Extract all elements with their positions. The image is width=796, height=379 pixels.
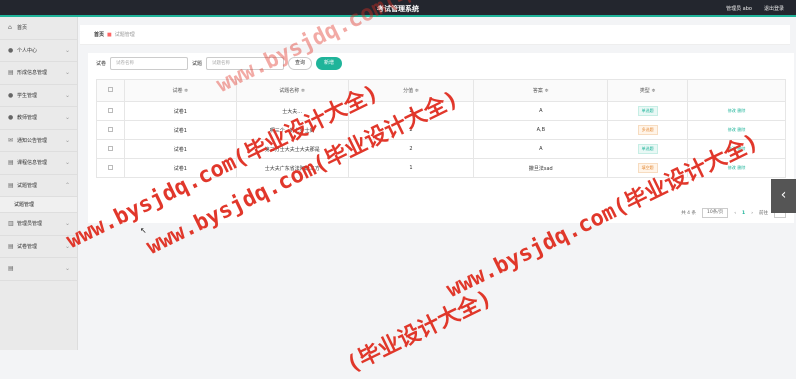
- cell-type: 单选题: [607, 101, 689, 121]
- chevron-up-icon: ⌃: [64, 181, 70, 189]
- sidebar-item-label: 学生管理: [17, 92, 38, 99]
- sidebar-item-courses[interactable]: ▤ 课程信息管理 ⌄: [0, 152, 77, 175]
- main-content: 首页 ■ 试题管理 试卷 试卷名称 试题 试题名称 查询 新增 试卷 ≑ 试题名…: [80, 25, 796, 223]
- cell-answer: A: [473, 139, 609, 159]
- col-type[interactable]: 类型 ≑: [607, 79, 689, 102]
- sidebar-item-students[interactable]: ● 学生管理 ⌄: [0, 85, 77, 107]
- paper-search-input[interactable]: 试卷名称: [110, 57, 189, 70]
- row-checkbox[interactable]: [107, 145, 113, 151]
- type-badge: 单选题: [637, 144, 658, 154]
- row-select-cell: [96, 101, 125, 121]
- breadcrumb: 首页 ■ 试题管理: [80, 25, 790, 45]
- cell-answer: 撒旦法sad: [473, 158, 609, 178]
- sidebar-item-info[interactable]: ▤ 形成信息管理 ⌄: [0, 62, 77, 85]
- sidebar-item-notices[interactable]: ✉ 通知公告管理 ⌄: [0, 130, 77, 152]
- sidebar-item-label: 教师管理: [17, 115, 38, 122]
- sidebar-item-label: 个人中心: [17, 47, 38, 54]
- watermark-text: (毕业设计大全): [342, 285, 497, 378]
- select-all-cell: [96, 79, 125, 102]
- sidebar-subitem-questions[interactable]: 试题管理: [0, 197, 77, 213]
- sidebar: ⌂ 首页 ● 个人中心 ⌄ ▤ 形成信息管理 ⌄ ● 学生管理 ⌄ ● 教师管理 ⌄ ✉ 通知公告管…: [0, 17, 78, 350]
- chevron-down-icon: ⌄: [64, 159, 70, 166]
- sidebar-item-label: 通知公告管理: [17, 137, 48, 144]
- col-actions: [687, 79, 786, 102]
- sidebar-item-questions[interactable]: ▤ 试题管理 ⌃: [0, 175, 77, 197]
- chart-icon: ▥: [8, 220, 14, 228]
- breadcrumb-separator-icon: ■: [107, 31, 112, 38]
- sidebar-item-extra[interactable]: ▤ ⌄: [0, 258, 77, 281]
- cell-actions: 修改 删除: [687, 101, 786, 121]
- row-select-cell: [96, 139, 125, 159]
- sidebar-item-label: 课程信息管理: [17, 160, 48, 167]
- sidebar-item-label: 管理员管理: [17, 221, 43, 228]
- row-select-cell: [96, 158, 125, 178]
- user-label[interactable]: 管理员 abo: [726, 5, 752, 12]
- delete-link[interactable]: 删除: [737, 108, 745, 113]
- page-size-select[interactable]: 10条/页: [701, 208, 729, 218]
- notice-icon: ✉: [8, 136, 14, 144]
- paper-icon: ▤: [8, 242, 14, 250]
- chevron-down-icon: ⌄: [64, 265, 70, 272]
- student-icon: ●: [8, 91, 14, 99]
- sidebar-item-label: 试卷管理: [17, 243, 38, 250]
- doc-icon: ▤: [8, 69, 14, 77]
- sidebar-item-profile[interactable]: ● 个人中心 ⌄: [0, 40, 77, 62]
- cell-paper: 试卷1: [123, 120, 237, 140]
- cell-paper: 试卷1: [123, 101, 237, 121]
- sidebar-item-label: 首页: [17, 25, 28, 32]
- select-all-checkbox[interactable]: [107, 87, 113, 92]
- row-select-cell: [96, 120, 125, 140]
- home-icon: ⌂: [8, 24, 12, 32]
- type-badge: 单选题: [637, 106, 658, 116]
- cell-answer: A,B: [473, 120, 609, 140]
- logout-link[interactable]: 退出登录: [764, 5, 784, 12]
- row-checkbox[interactable]: [107, 107, 113, 113]
- type-badge: 多选题: [637, 125, 658, 135]
- chevron-left-icon: ‹: [780, 187, 787, 203]
- breadcrumb-current: 试题管理: [114, 32, 135, 38]
- row-checkbox[interactable]: [107, 164, 113, 170]
- chevron-down-icon: ⌄: [64, 69, 70, 76]
- chevron-down-icon: ⌄: [64, 91, 70, 99]
- current-page[interactable]: 1: [742, 211, 745, 216]
- sidebar-item-label: 形成信息管理: [17, 70, 48, 77]
- cell-answer: A: [473, 101, 609, 121]
- cell-score: 1: [347, 158, 475, 178]
- chevron-down-icon: ⌄: [64, 46, 70, 54]
- cell-type: 多选题: [607, 120, 689, 140]
- sidebar-item-label: 试题管理: [17, 182, 38, 189]
- user-icon: ●: [8, 46, 14, 54]
- sidebar-item-home[interactable]: ⌂ 首页: [0, 17, 77, 40]
- goto-label: 前往: [759, 211, 768, 216]
- teacher-icon: ●: [8, 114, 14, 122]
- exam-icon: ▤: [8, 181, 14, 189]
- extra-icon: ▤: [8, 265, 14, 273]
- cell-type: 单选题: [607, 139, 689, 159]
- add-button[interactable]: 新增: [316, 57, 343, 70]
- question-field-label: 试题: [192, 61, 203, 67]
- delete-link[interactable]: 删除: [737, 165, 745, 170]
- table-row: 试卷1 啊三个...的七步士封 2 A,B 多选题 修改 删除: [96, 120, 786, 140]
- total-count: 共 4 条: [681, 211, 696, 216]
- content-panel: 试卷 试卷名称 试题 试题名称 查询 新增 试卷 ≑ 试题名称 ≑ 分值 ≑ 答…: [88, 53, 794, 223]
- paper-field-label: 试卷: [96, 61, 107, 67]
- sidebar-item-teachers[interactable]: ● 教师管理 ⌄: [0, 107, 77, 130]
- course-icon: ▤: [8, 159, 14, 167]
- collapse-tab[interactable]: ‹: [771, 179, 796, 213]
- chevron-down-icon: ⌄: [64, 136, 70, 144]
- prev-page-icon[interactable]: ‹: [734, 211, 736, 216]
- edit-link[interactable]: 修改: [728, 108, 736, 113]
- accent-line: [0, 15, 796, 17]
- col-answer[interactable]: 答案 ≑: [473, 79, 609, 102]
- next-page-icon[interactable]: ›: [751, 211, 753, 216]
- row-checkbox[interactable]: [107, 126, 113, 132]
- chevron-down-icon: ⌄: [64, 114, 70, 121]
- breadcrumb-home[interactable]: 首页: [94, 31, 104, 38]
